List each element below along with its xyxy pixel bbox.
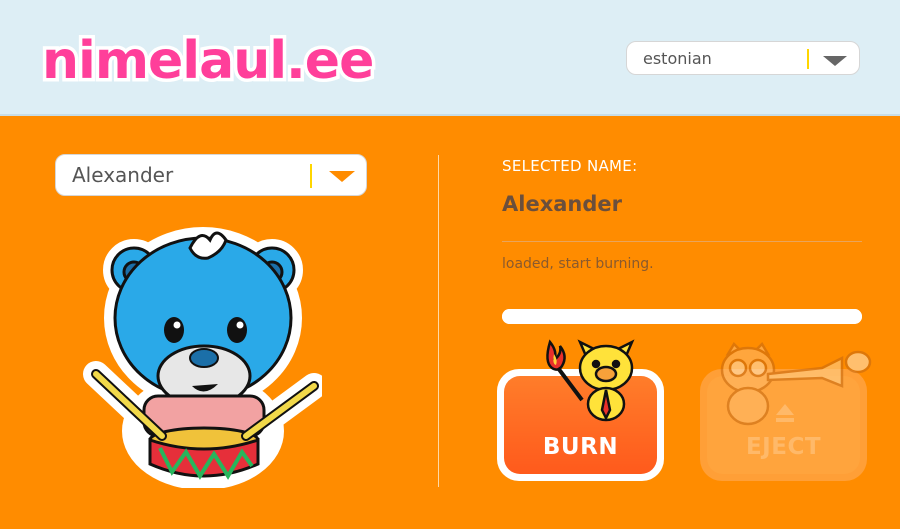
svg-text:nimelaul.ee: nimelaul.ee <box>42 31 373 91</box>
header-bar: nimelaul.ee estonian <box>0 0 900 116</box>
divider-line <box>502 241 862 242</box>
site-logo[interactable]: nimelaul.ee <box>36 18 416 98</box>
burn-button-label: BURN <box>542 434 619 460</box>
panel-divider <box>438 155 439 487</box>
selected-name-value: Alexander <box>502 192 622 216</box>
status-message: loaded, start burning. <box>502 256 654 272</box>
chevron-down-icon <box>823 56 847 66</box>
pig-with-torch-illustration <box>546 339 635 422</box>
owl-with-trumpet-illustration <box>720 342 872 426</box>
select-divider <box>807 49 809 69</box>
progress-fill <box>502 309 862 324</box>
progress-bar <box>502 309 862 324</box>
select-divider <box>310 164 312 188</box>
selected-name-heading: SELECTED NAME: <box>502 157 638 175</box>
language-select[interactable]: estonian <box>626 41 860 75</box>
eject-button-label: EJECT <box>745 434 822 460</box>
name-select-value: Alexander <box>72 163 174 187</box>
bear-drummer-mascot <box>83 227 322 488</box>
language-select-value: estonian <box>643 48 712 68</box>
name-select[interactable]: Alexander <box>55 154 367 196</box>
chevron-down-icon <box>329 171 355 182</box>
